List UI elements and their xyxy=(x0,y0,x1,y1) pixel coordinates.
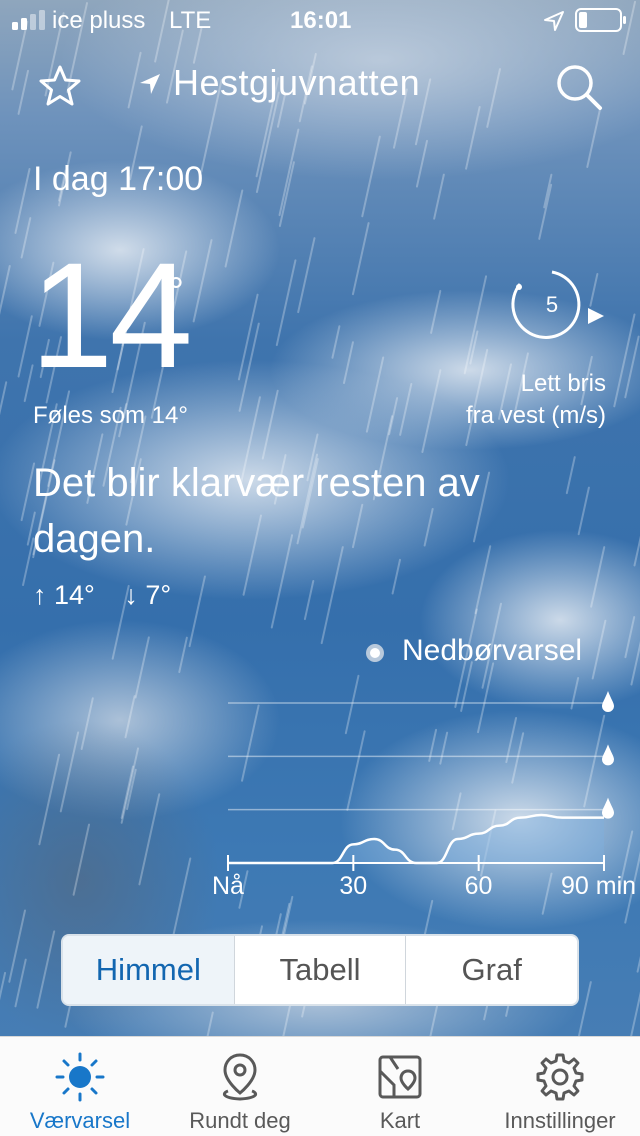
low-temperature: ↓ 7° xyxy=(124,580,172,610)
precipitation-area xyxy=(228,815,604,863)
tab-kart-label: Kart xyxy=(379,1108,421,1133)
rain-streak xyxy=(433,173,445,220)
rain-streak xyxy=(275,259,297,347)
segment-himmel[interactable]: Himmel xyxy=(63,936,235,1004)
rain-streak xyxy=(0,381,8,416)
precipitation-title-text: Nedbørvarsel xyxy=(402,634,583,667)
tab-bar: Værvarsel Rundt deg Kart Innstillinger xyxy=(0,1036,640,1136)
chart-tick-label: Nå xyxy=(212,872,244,900)
high-low-temperature: ↑ 14° ↓ 7° xyxy=(33,580,193,611)
tab-rundt-deg-label: Rundt deg xyxy=(189,1108,291,1133)
gear-icon xyxy=(536,1053,584,1101)
status-bar: ice pluss LTE 16:01 xyxy=(0,0,640,40)
raindrop-icon xyxy=(602,797,614,819)
rain-streak xyxy=(17,69,30,115)
feels-like: Føles som 14° xyxy=(33,402,188,429)
map-pin-icon xyxy=(222,1053,258,1101)
location-title[interactable]: Hestgjuvnatten xyxy=(173,62,420,104)
tab-vaervarsel[interactable]: Værvarsel xyxy=(0,1037,160,1136)
tab-kart[interactable]: Kart xyxy=(320,1037,480,1136)
tab-innstillinger[interactable]: Innstillinger xyxy=(480,1037,640,1136)
high-temperature: ↑ 14° xyxy=(33,580,95,610)
current-temperature: 14 xyxy=(30,231,193,399)
battery-icon xyxy=(575,8,626,32)
wind-speed: 5 xyxy=(545,292,559,317)
rain-streak xyxy=(351,222,370,296)
rain-streak xyxy=(565,456,576,495)
degree-symbol: ° xyxy=(168,270,184,314)
tab-rundt-deg[interactable]: Rundt deg xyxy=(160,1037,320,1136)
rain-streak xyxy=(577,981,592,1036)
rain-streak xyxy=(577,486,590,536)
carrier-name: ice pluss xyxy=(52,7,146,34)
raindrop-icon xyxy=(602,691,614,712)
weather-summary: Det blir klarvær resten av dagen. xyxy=(33,461,480,561)
wind-description: Lett bris fra vest (m/s) xyxy=(466,368,606,432)
view-segmented-control[interactable]: Himmel Tabell Graf xyxy=(61,934,579,1006)
tab-innstillinger-label: Innstillinger xyxy=(504,1108,616,1133)
signal-strength-icon xyxy=(12,10,45,30)
segment-graf[interactable]: Graf xyxy=(406,936,577,1004)
wind-description-line2: fra vest (m/s) xyxy=(465,402,606,429)
rain-streak xyxy=(297,237,316,314)
chart-tick-label: 30 xyxy=(339,872,368,900)
sun-icon xyxy=(55,1052,105,1102)
segment-tabell[interactable]: Tabell xyxy=(235,936,407,1004)
location-services-icon xyxy=(544,11,564,31)
tab-vaervarsel-label: Værvarsel xyxy=(29,1108,131,1133)
chart-tick-label: 60 xyxy=(464,872,493,900)
map-icon xyxy=(378,1055,422,1099)
precipitation-title[interactable]: Nedbørvarsel xyxy=(362,634,582,668)
favorite-star-icon[interactable] xyxy=(38,64,82,108)
status-time: 16:01 xyxy=(290,7,352,34)
current-location-arrow-icon xyxy=(140,74,160,94)
chart-tick-label: 90 min xyxy=(561,872,637,900)
wind-description-line1: Lett bris xyxy=(520,370,606,397)
network-type: LTE xyxy=(169,7,212,34)
raindrop-icon xyxy=(602,744,614,766)
rain-streak xyxy=(538,183,553,240)
forecast-time: I dag 17:00 xyxy=(33,160,204,198)
search-icon[interactable] xyxy=(554,62,604,112)
